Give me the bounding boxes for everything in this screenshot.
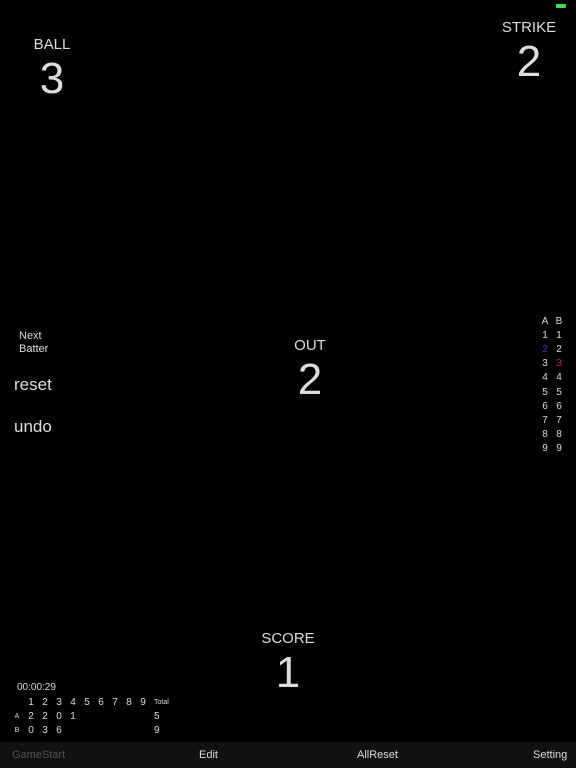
lineup-row[interactable]: 22 xyxy=(538,342,566,356)
inning-7-header: 7 xyxy=(112,696,118,708)
lineup-b-5: 5 xyxy=(556,386,562,398)
lineup-a-6: 6 xyxy=(542,400,548,412)
strike-counter[interactable]: STRIKE 2 xyxy=(494,19,564,84)
out-label: OUT xyxy=(294,337,326,354)
lineup-a-2: 2 xyxy=(542,343,548,355)
lineup-row[interactable]: 11 xyxy=(538,328,566,342)
lineup-b-7: 7 xyxy=(556,414,562,426)
out-counter[interactable]: OUT 2 xyxy=(280,337,340,402)
lineup-b-1: 1 xyxy=(556,329,562,341)
team-b-label: B xyxy=(14,726,20,734)
team-a-inning-1: 2 xyxy=(28,710,34,722)
score-counter[interactable]: SCORE 1 xyxy=(253,630,323,695)
ball-label: BALL xyxy=(33,36,71,53)
inning-2-header: 2 xyxy=(42,696,48,708)
lineup-row[interactable]: 66 xyxy=(538,399,566,413)
inning-4-header: 4 xyxy=(70,696,76,708)
edit-button[interactable]: Edit xyxy=(199,749,218,761)
scoreboard-row-b: B036 9 xyxy=(10,723,180,737)
inning-6-header: 6 xyxy=(98,696,104,708)
scoreboard-row-a: A22015 xyxy=(10,709,180,723)
inning-9-header: 9 xyxy=(140,696,146,708)
lineup-b-3: 3 xyxy=(556,358,562,370)
ball-value: 3 xyxy=(39,54,65,103)
next-batter-line-1: Next xyxy=(19,330,42,342)
lineup-a-3: 3 xyxy=(542,358,548,370)
lineup-row[interactable]: 55 xyxy=(538,385,566,399)
team-b-total: 9 xyxy=(154,724,160,736)
lineup-a-7: 7 xyxy=(542,414,548,426)
lineup-row[interactable]: 77 xyxy=(538,413,566,427)
lineup-header-b: B xyxy=(555,315,563,327)
game-timer: 00:00:29 xyxy=(17,682,56,693)
lineup-a-4: 4 xyxy=(542,372,548,384)
lineup-row[interactable]: 99 xyxy=(538,442,566,456)
team-a-label: A xyxy=(14,712,20,720)
team-b-inning-2: 3 xyxy=(42,724,48,736)
team-b-inning-3: 6 xyxy=(56,724,62,736)
lineup-row[interactable]: 88 xyxy=(538,428,566,442)
strike-value: 2 xyxy=(516,37,542,86)
all-reset-button[interactable]: AllReset xyxy=(357,749,398,761)
lineup-b-4: 4 xyxy=(556,372,562,384)
inning-3-header: 3 xyxy=(56,696,62,708)
reset-button[interactable]: reset xyxy=(14,375,52,395)
score-value: 1 xyxy=(275,648,301,697)
lineup-header-a: A xyxy=(541,315,549,327)
next-batter-button[interactable]: Next Batter xyxy=(19,330,48,356)
lineup-a-8: 8 xyxy=(542,429,548,441)
setting-button[interactable]: Setting xyxy=(533,749,567,761)
next-batter-line-2: Batter xyxy=(19,343,49,355)
lineup-b-2: 2 xyxy=(556,343,562,355)
lineup-b-9: 9 xyxy=(556,443,562,455)
out-value: 2 xyxy=(297,355,323,404)
inning-1-header: 1 xyxy=(28,696,34,708)
game-start-button[interactable]: GameStart xyxy=(12,749,65,761)
lineup-b-8: 8 xyxy=(556,429,562,441)
batting-lineup: AB112233445566778899 xyxy=(538,314,566,456)
scoreboard-header: 1 2 3 4 5 6 7 8 9 Total xyxy=(10,695,180,709)
team-a-total: 5 xyxy=(154,710,160,722)
lineup-b-6: 6 xyxy=(556,400,562,412)
lineup-a-1: 1 xyxy=(542,329,548,341)
ball-counter[interactable]: BALL 3 xyxy=(22,36,82,101)
score-label: SCORE xyxy=(261,630,315,647)
inning-5-header: 5 xyxy=(84,696,90,708)
lineup-a-5: 5 xyxy=(542,386,548,398)
total-header: Total xyxy=(154,698,169,706)
inning-scoreboard: 1 2 3 4 5 6 7 8 9 Total A 2 2 0 1 5 B 0 3 6 9 xyxy=(10,695,180,737)
team-a-inning-3: 0 xyxy=(56,710,62,722)
inning-8-header: 8 xyxy=(126,696,132,708)
battery-icon xyxy=(556,4,566,8)
team-a-inning-4: 1 xyxy=(70,710,76,722)
team-b-inning-1: 0 xyxy=(28,724,34,736)
lineup-header: AB xyxy=(538,314,566,328)
bottom-toolbar: GameStart Edit AllReset Setting xyxy=(0,742,576,768)
undo-button[interactable]: undo xyxy=(14,417,52,437)
lineup-row[interactable]: 44 xyxy=(538,371,566,385)
lineup-row[interactable]: 33 xyxy=(538,357,566,371)
lineup-a-9: 9 xyxy=(542,443,548,455)
strike-label: STRIKE xyxy=(501,19,557,36)
team-a-inning-2: 2 xyxy=(42,710,48,722)
